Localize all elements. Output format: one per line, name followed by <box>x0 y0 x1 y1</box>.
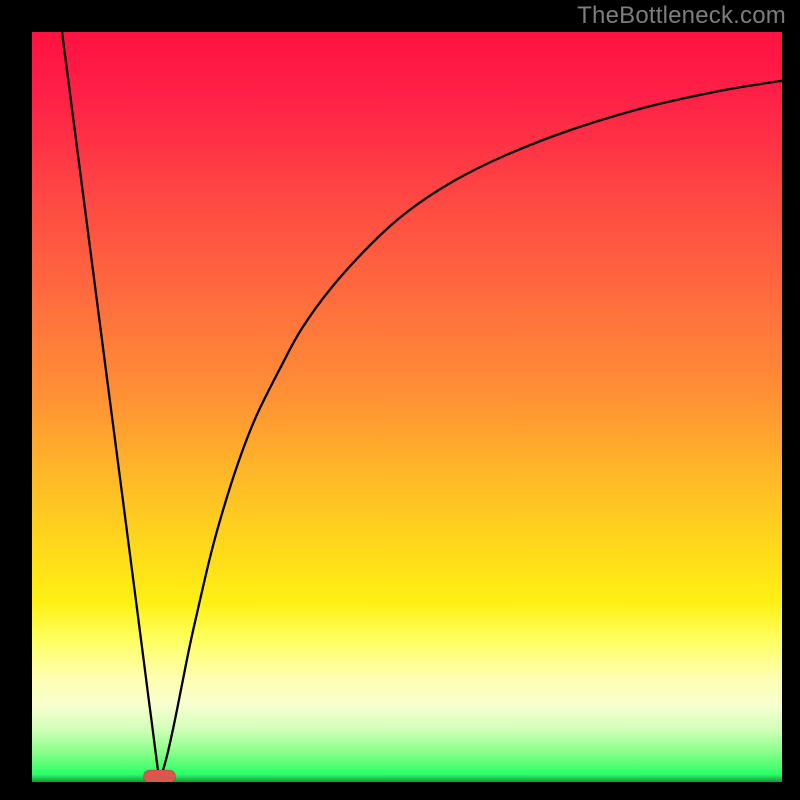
right-branch-curve <box>160 81 783 782</box>
plot-area <box>32 32 782 782</box>
curve-svg <box>32 32 782 782</box>
left-branch-curve <box>62 32 160 782</box>
chart-frame: TheBottleneck.com <box>0 0 800 800</box>
watermark-text: TheBottleneck.com <box>577 2 786 30</box>
optimum-marker <box>144 770 176 782</box>
